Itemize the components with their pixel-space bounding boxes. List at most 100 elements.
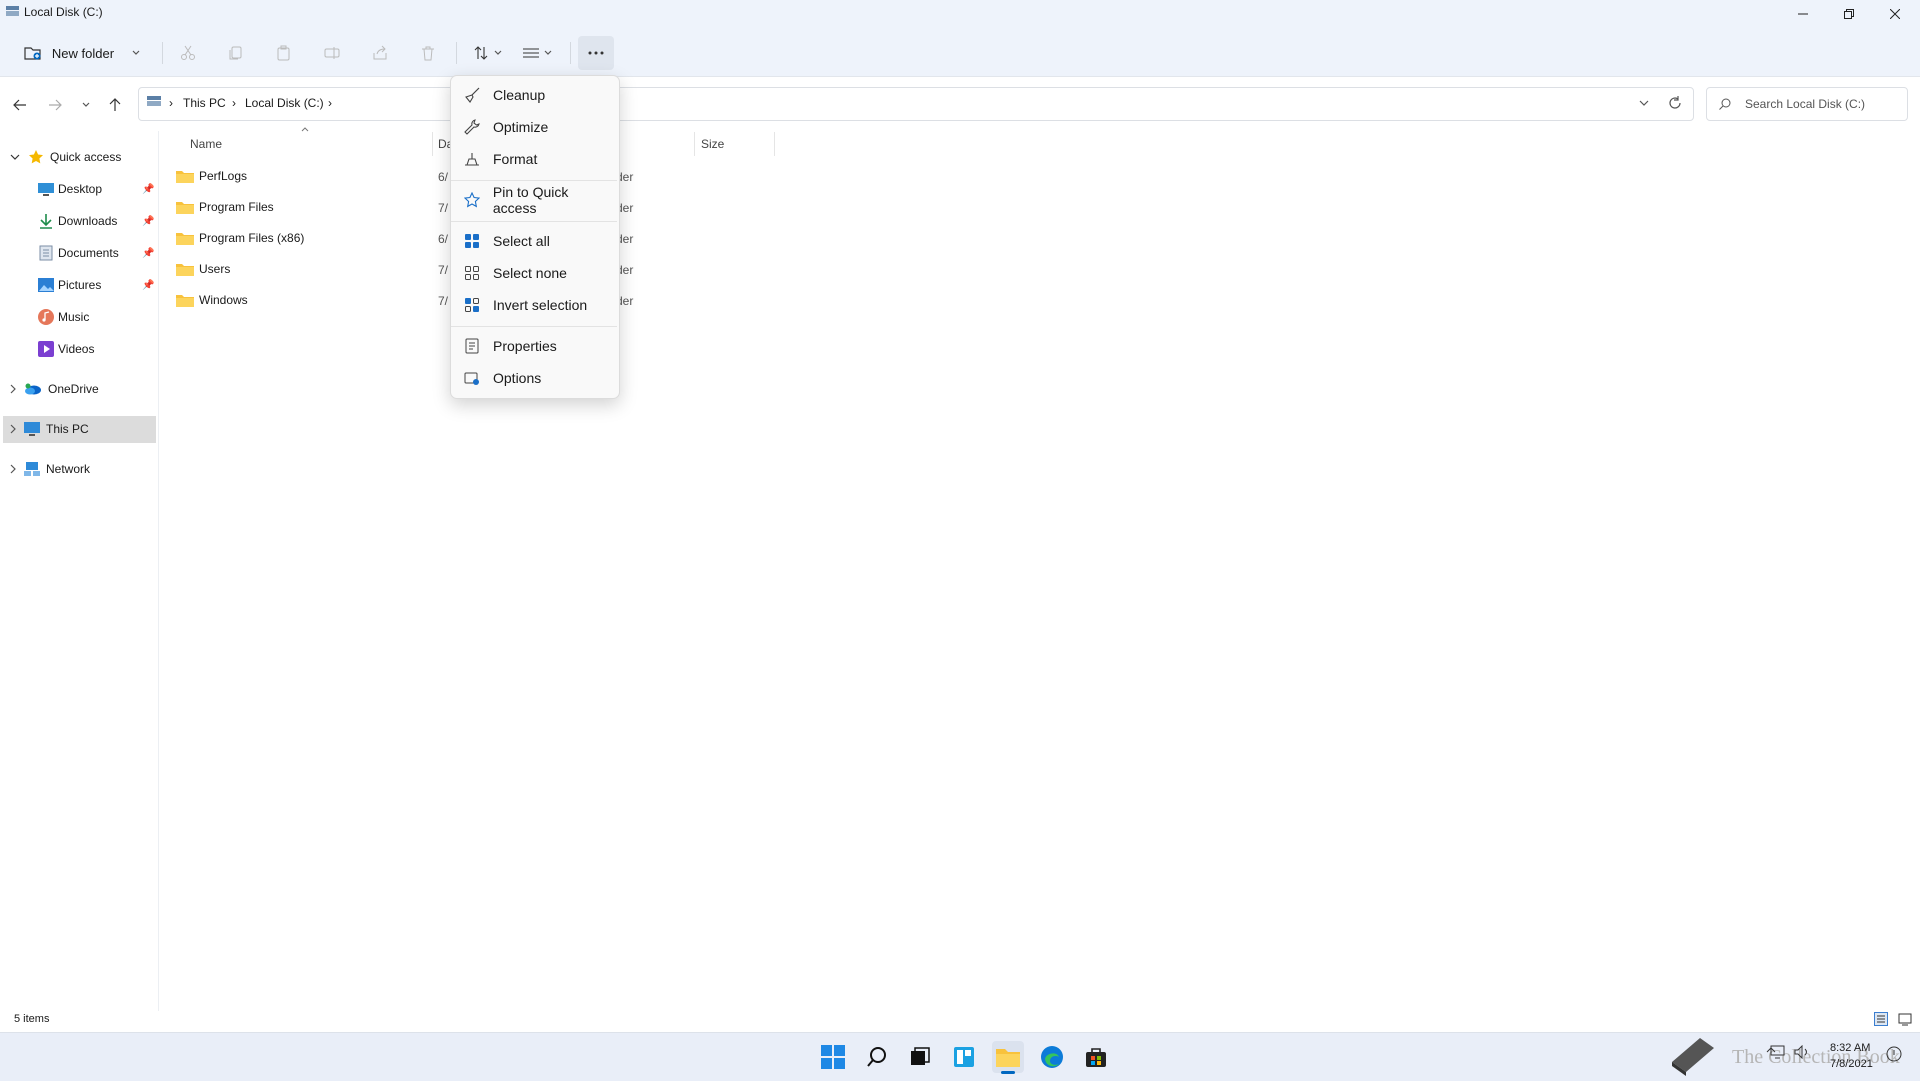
view-button[interactable] (516, 36, 558, 70)
menu-item-optimize[interactable]: Optimize (455, 112, 615, 142)
new-folder-button[interactable]: New folder (18, 36, 146, 70)
sidebar-item-onedrive[interactable]: OneDrive (10, 374, 99, 404)
pin-icon[interactable]: 📌 (142, 216, 154, 227)
music-icon (38, 309, 54, 325)
options-icon (463, 369, 481, 387)
edge-icon (1040, 1045, 1064, 1069)
table-row[interactable]: PerfLogs (176, 163, 247, 189)
task-view-button[interactable] (904, 1041, 936, 1073)
refresh-icon[interactable] (1668, 96, 1682, 110)
close-button[interactable] (1872, 0, 1918, 28)
breadcrumb-separator[interactable]: › (328, 96, 332, 110)
more-icon (588, 51, 604, 55)
table-row[interactable]: Users (176, 256, 230, 282)
folder-icon (176, 293, 194, 307)
taskbar-search-button[interactable] (861, 1041, 893, 1073)
details-view-icon[interactable] (1874, 1012, 1888, 1026)
menu-item-select-none[interactable]: Select none (455, 258, 615, 288)
sidebar-item-documents[interactable]: Documents 📌 (38, 238, 160, 268)
properties-icon (463, 337, 481, 355)
restore-button[interactable] (1826, 0, 1872, 28)
file-date: 7/ (438, 201, 449, 215)
breadcrumb-this-pc[interactable]: This PC (183, 96, 226, 110)
share-button[interactable] (366, 36, 394, 70)
minimize-button[interactable] (1780, 0, 1826, 28)
breadcrumb-separator[interactable]: › (169, 96, 173, 110)
back-button[interactable] (8, 93, 32, 117)
star-icon (28, 149, 44, 165)
network-status-icon[interactable] (1770, 1045, 1786, 1059)
sidebar-item-label: Videos (58, 342, 95, 356)
menu-item-format[interactable]: Format (455, 144, 615, 174)
column-header-size[interactable]: Size (701, 137, 724, 151)
delete-button[interactable] (414, 36, 442, 70)
copy-icon (228, 45, 244, 61)
sidebar-item-label: Downloads (58, 214, 118, 228)
sidebar-item-pictures[interactable]: Pictures 📌 (38, 270, 160, 300)
file-explorer-taskbar-button[interactable] (992, 1041, 1024, 1074)
menu-item-cleanup[interactable]: Cleanup (455, 80, 615, 110)
pin-icon[interactable]: 📌 (142, 184, 154, 195)
sort-button[interactable] (466, 36, 508, 70)
column-divider[interactable] (694, 132, 695, 156)
column-divider[interactable] (432, 132, 433, 156)
menu-item-select-all[interactable]: Select all (455, 226, 615, 256)
clock-date[interactable]: 7/8/2021 (1830, 1058, 1873, 1070)
volume-icon[interactable] (1794, 1045, 1810, 1059)
sidebar-item-network[interactable]: Network (10, 454, 90, 484)
menu-divider (451, 326, 617, 327)
sidebar-item-label: Pictures (58, 278, 102, 292)
table-row[interactable]: Windows (176, 287, 248, 313)
menu-item-options[interactable]: Options (455, 363, 615, 393)
sidebar-item-label: Desktop (58, 182, 103, 196)
copy-button[interactable] (222, 36, 250, 70)
store-taskbar-button[interactable] (1080, 1041, 1112, 1073)
folder-icon (996, 1047, 1020, 1067)
recent-locations-button[interactable] (74, 93, 98, 117)
column-header-name[interactable]: Name (190, 137, 222, 151)
menu-divider (451, 180, 617, 181)
menu-item-invert-selection[interactable]: Invert selection (455, 290, 615, 320)
large-icons-view-icon[interactable] (1898, 1012, 1912, 1026)
menu-item-pin-to-quick-access[interactable]: Pin to Quick access (455, 184, 615, 216)
see-more-button[interactable] (578, 36, 614, 70)
search-box[interactable]: Search Local Disk (C:) (1706, 87, 1908, 121)
widgets-icon (953, 1046, 975, 1068)
sidebar-item-quick-access[interactable]: Quick access (10, 142, 121, 172)
edge-taskbar-button[interactable] (1036, 1041, 1068, 1073)
forward-button[interactable] (43, 93, 67, 117)
up-button[interactable] (103, 93, 127, 117)
taskbar (0, 1032, 1920, 1081)
sidebar-item-desktop[interactable]: Desktop 📌 (38, 174, 160, 204)
pin-icon[interactable]: 📌 (142, 280, 154, 291)
column-divider[interactable] (774, 132, 775, 156)
sidebar-item-music[interactable]: Music (38, 302, 160, 332)
monitor-icon (24, 422, 40, 436)
network-icon (24, 462, 40, 476)
rename-button[interactable] (318, 36, 346, 70)
clock-time[interactable]: 8:32 AM (1830, 1042, 1870, 1054)
menu-item-label: Select none (493, 265, 567, 281)
pin-icon[interactable]: 📌 (142, 248, 154, 259)
table-row[interactable]: Program Files (176, 194, 274, 220)
sidebar-item-videos[interactable]: Videos (38, 334, 160, 364)
sidebar-item-downloads[interactable]: Downloads 📌 (38, 206, 160, 236)
table-row[interactable]: Program Files (x86) (176, 225, 304, 251)
chevron-down-icon[interactable] (1639, 100, 1649, 106)
cut-button[interactable] (174, 36, 202, 70)
widgets-button[interactable] (948, 1041, 980, 1073)
scissors-icon (180, 45, 196, 61)
sort-icon (473, 45, 489, 61)
menu-item-properties[interactable]: Properties (455, 331, 615, 361)
select-none-icon (463, 264, 481, 282)
breadcrumb-separator[interactable]: › (232, 96, 236, 110)
arrow-up-icon (109, 98, 121, 112)
address-bar[interactable]: › This PC › Local Disk (C:) › (138, 87, 1694, 121)
notifications-icon[interactable] (1886, 1046, 1902, 1062)
start-button[interactable] (817, 1041, 849, 1073)
sidebar-item-this-pc[interactable]: This PC (10, 414, 89, 444)
onedrive-icon (24, 383, 42, 395)
paste-button[interactable] (270, 36, 298, 70)
title-bar: Local Disk (C:) (0, 0, 1920, 28)
breadcrumb-local-disk[interactable]: Local Disk (C:) (245, 96, 324, 110)
